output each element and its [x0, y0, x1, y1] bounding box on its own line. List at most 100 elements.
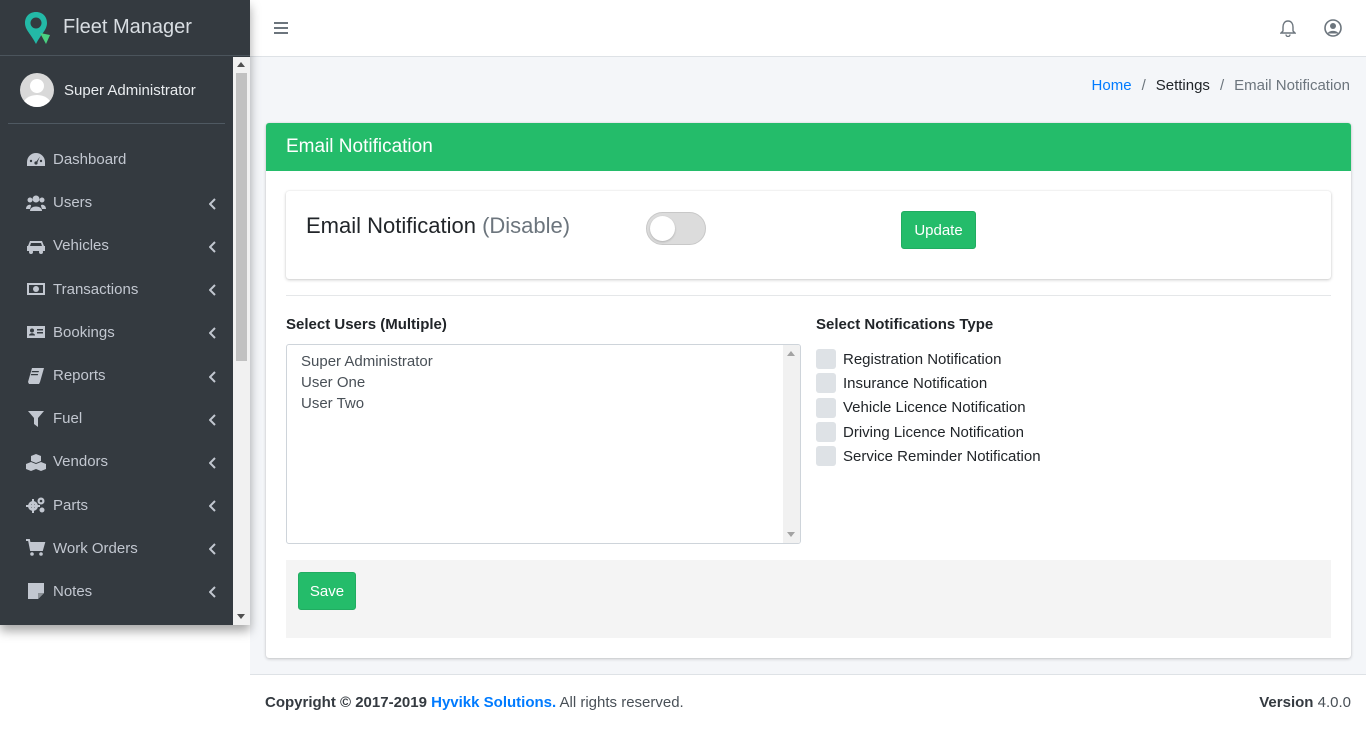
scroll-down-arrow-icon[interactable]: [787, 532, 795, 537]
checkbox[interactable]: [816, 422, 836, 443]
sidebar-item-transactions[interactable]: Transactions: [0, 268, 233, 311]
chevron-left-icon: [208, 413, 217, 426]
user-menu-icon[interactable]: [1324, 19, 1342, 37]
user-panel[interactable]: Super Administrator: [8, 57, 225, 124]
breadcrumb-current: Email Notification: [1234, 77, 1350, 94]
sidebar-item-label: Fuel: [53, 410, 83, 428]
chevron-left-icon: [208, 456, 217, 469]
content-wrapper: Home / Settings / Email Notification Ema…: [250, 57, 1366, 674]
avatar: [20, 73, 54, 107]
book-icon: [25, 367, 47, 385]
chevron-left-icon: [208, 326, 217, 340]
brand[interactable]: Fleet Manager: [0, 0, 250, 56]
sidebar-item-vehicles[interactable]: Vehicles: [0, 224, 233, 267]
notification-title-text: Email Notification: [306, 213, 476, 238]
sidebar-item-fuel[interactable]: Fuel: [0, 397, 233, 440]
brand-title: Fleet Manager: [63, 16, 192, 38]
sidebar-item-label: Vehicles: [53, 237, 109, 255]
checkbox-vehicle-licence[interactable]: Vehicle Licence Notification: [816, 396, 1041, 420]
version-number: 4.0.0: [1317, 694, 1351, 711]
sidebar-item-vendors[interactable]: Vendors: [0, 440, 233, 483]
checkbox[interactable]: [816, 349, 836, 370]
checkbox-label: Driving Licence Notification: [843, 423, 1024, 441]
save-button[interactable]: Save: [298, 572, 356, 610]
sidebar-item-notes[interactable]: Notes: [0, 570, 233, 613]
copyright-prefix: Copyright © 2017-2019: [265, 694, 427, 711]
sidebar-nav: Dashboard Users Vehicles Transactions Bo…: [0, 124, 233, 613]
filter-icon: [25, 410, 47, 428]
car-icon: [25, 237, 47, 255]
sidebar-item-label: Vendors: [53, 453, 109, 471]
scroll-up-arrow-icon[interactable]: [787, 351, 795, 356]
cart-icon: [25, 539, 47, 557]
checkbox[interactable]: [816, 397, 836, 418]
sticky-note-icon: [25, 582, 47, 600]
user-option[interactable]: Super Administrator: [287, 351, 800, 372]
scroll-down-arrow-icon[interactable]: [237, 614, 245, 619]
scroll-up-arrow-icon[interactable]: [237, 62, 245, 67]
dashboard-icon: [25, 151, 47, 169]
notification-status: (Disable): [482, 213, 571, 238]
breadcrumb-home-link[interactable]: Home: [1092, 77, 1132, 94]
chevron-left-icon: [208, 585, 217, 599]
sidebar-item-label: Transactions: [53, 280, 139, 298]
company-link[interactable]: Hyvikk Solutions.: [431, 694, 556, 711]
email-notification-toggle[interactable]: [646, 212, 706, 245]
users-multiselect[interactable]: Super Administrator User One User Two: [286, 344, 801, 544]
sidebar-item-parts[interactable]: Parts: [0, 484, 233, 527]
sidebar-item-label: Reports: [53, 367, 106, 385]
sidebar-item-label: Bookings: [53, 323, 115, 341]
breadcrumb-settings: Settings: [1155, 77, 1210, 94]
bell-icon[interactable]: [1279, 20, 1297, 38]
cubes-icon: [25, 453, 47, 471]
sidebar-scroll-area: Super Administrator Dashboard Users Vehi…: [0, 57, 233, 625]
checkbox[interactable]: [816, 373, 836, 394]
rights-text: All rights reserved.: [556, 694, 684, 711]
sidebar-item-dashboard[interactable]: Dashboard: [0, 138, 233, 181]
breadcrumb: Home / Settings / Email Notification: [1092, 77, 1350, 94]
chevron-left-icon: [208, 370, 217, 383]
checkbox-insurance[interactable]: Insurance Notification: [816, 371, 1041, 395]
checkbox-label: Insurance Notification: [843, 374, 988, 392]
breadcrumb-separator: /: [1141, 77, 1146, 94]
chevron-left-icon: [208, 240, 217, 253]
sidebar-item-label: Parts: [53, 496, 89, 514]
money-icon: [25, 280, 47, 298]
sidebar-item-bookings[interactable]: Bookings: [0, 311, 233, 354]
sidebar-item-label: Dashboard: [53, 151, 127, 169]
checkbox-label: Registration Notification: [843, 350, 1002, 368]
multiselect-scrollbar[interactable]: [783, 345, 800, 543]
update-button[interactable]: Update: [901, 211, 976, 249]
card-footer: Save: [286, 560, 1331, 638]
checkbox-service-reminder[interactable]: Service Reminder Notification: [816, 444, 1041, 468]
copyright-text: Copyright © 2017-2019 Hyvikk Solutions. …: [265, 694, 684, 711]
chevron-left-icon: [208, 197, 217, 210]
sidebar-item-label: Notes: [53, 582, 93, 600]
notification-title: Email Notification (Disable): [306, 213, 570, 239]
menu-toggle-icon[interactable]: [274, 22, 288, 34]
sidebar-scrollbar[interactable]: [233, 57, 250, 625]
sidebar-item-work-orders[interactable]: Work Orders: [0, 527, 233, 570]
sidebar-item-reports[interactable]: Reports: [0, 354, 233, 397]
sidebar: Fleet Manager Super Administrator Dashbo…: [0, 0, 250, 625]
version-text: Version 4.0.0: [1259, 694, 1351, 711]
top-navbar: [250, 0, 1366, 57]
user-option[interactable]: User One: [287, 372, 800, 393]
user-name: Super Administrator: [64, 81, 196, 99]
user-option[interactable]: User Two: [287, 393, 800, 414]
chevron-left-icon: [208, 542, 217, 555]
card-header-title: Email Notification: [266, 123, 1351, 171]
checkbox[interactable]: [816, 446, 836, 467]
chevron-left-icon: [208, 499, 217, 512]
chevron-left-icon: [208, 283, 217, 296]
sidebar-item-users[interactable]: Users: [0, 181, 233, 224]
address-card-icon: [25, 323, 47, 341]
page-footer: Copyright © 2017-2019 Hyvikk Solutions. …: [250, 674, 1366, 729]
sidebar-item-label: Users: [53, 194, 93, 212]
checkbox-registration[interactable]: Registration Notification: [816, 347, 1041, 371]
gears-icon: [25, 496, 47, 514]
checkbox-driving-licence[interactable]: Driving Licence Notification: [816, 420, 1041, 444]
notification-types-label: Select Notifications Type: [816, 316, 994, 333]
checkbox-label: Service Reminder Notification: [843, 447, 1041, 465]
scrollbar-thumb[interactable]: [236, 73, 247, 361]
